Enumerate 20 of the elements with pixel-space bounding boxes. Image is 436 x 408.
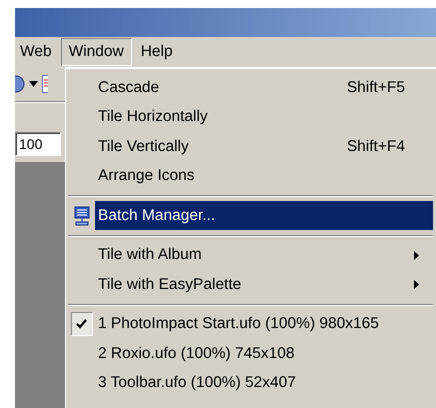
submenu-arrow-icon	[414, 250, 419, 260]
shortcut-text: Shift+F4	[346, 138, 405, 156]
menu-title[interactable]: Help	[132, 38, 181, 66]
menu-item[interactable]: Arrange Icons	[95, 162, 433, 191]
menu-item[interactable]: Cascade Shift+F5	[95, 73, 433, 102]
submenu-arrow-icon	[414, 280, 419, 290]
menu-title[interactable]: Web	[15, 38, 60, 66]
menu-item[interactable]: Tile with Album	[95, 240, 433, 270]
menu-item[interactable]: 2 Roxio.ufo (100%) 745x108	[95, 339, 433, 368]
menu-item[interactable]: Batch Manager...	[95, 201, 433, 230]
document-icon[interactable]	[42, 75, 48, 93]
menu-item[interactable]: 3 Toolbar.ufo (100%) 52x407	[95, 368, 433, 398]
menu-item[interactable]: 1 PhotoImpact Start.ufo (100%) 980x165	[95, 310, 433, 339]
menu-title[interactable]: Window	[60, 38, 132, 66]
shortcut-text: Shift+F5	[346, 78, 405, 97]
zoom-field[interactable]: 100	[15, 132, 61, 156]
menu-item[interactable]: Tile Horizontally	[95, 102, 433, 132]
menu-item[interactable]: Tile with EasyPalette	[95, 270, 433, 300]
dropdown-arrow-icon[interactable]	[29, 81, 38, 87]
menu-item[interactable]: Tile Vertically Shift+F4	[95, 132, 433, 162]
